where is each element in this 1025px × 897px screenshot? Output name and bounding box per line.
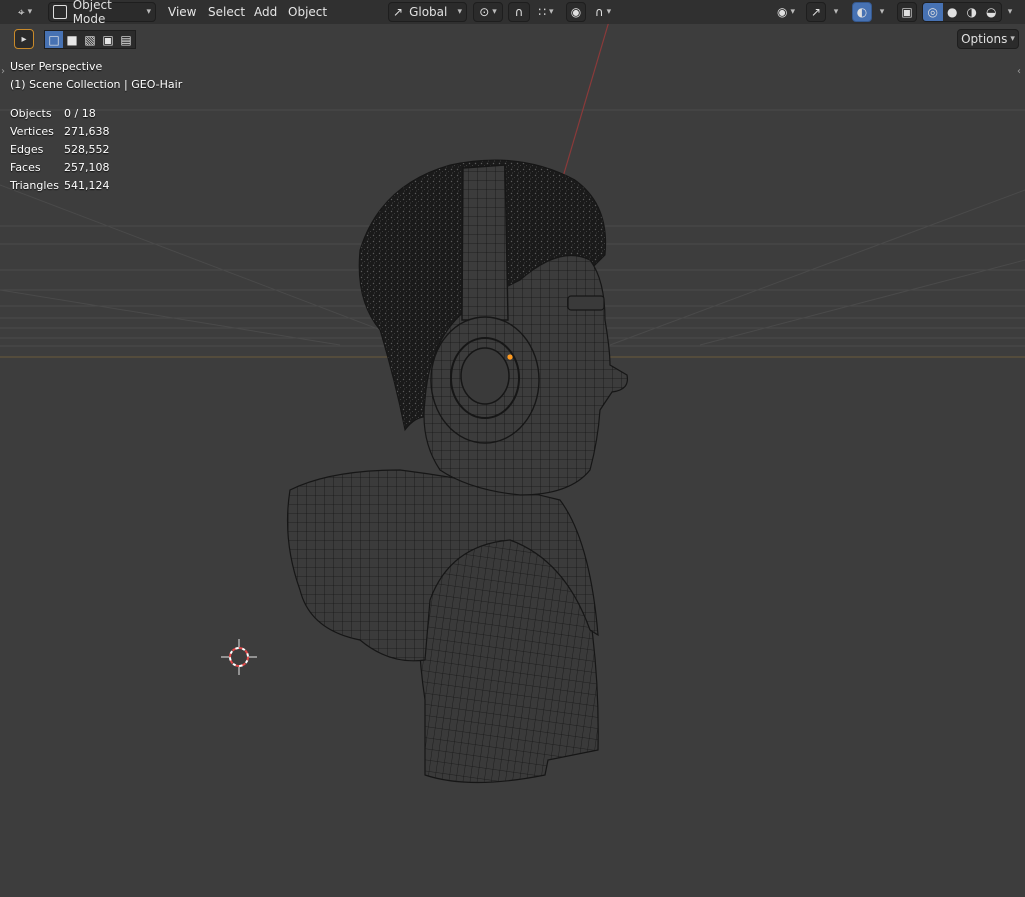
falloff-icon: ∩ <box>594 5 604 19</box>
active-collection-label: (1) Scene Collection | GEO-Hair <box>10 78 183 91</box>
select-subtract-icon[interactable]: ▧ <box>81 31 99 48</box>
mode-label: Object Mode <box>72 0 112 26</box>
material-shading-icon[interactable]: ◑ <box>962 3 982 21</box>
chevron-down-icon: ▾ <box>833 7 839 17</box>
chevron-down-icon: ▾ <box>1007 7 1013 17</box>
snap-icon: ∩ <box>514 5 524 19</box>
xray-toggle[interactable]: ▣ <box>897 2 917 22</box>
select-intersect-icon[interactable]: ▤ <box>117 31 135 48</box>
falloff-button[interactable]: ∩ ▾ <box>588 2 618 22</box>
pivot-point-icon: ⊙ <box>479 5 490 19</box>
object-origin-dot <box>507 354 513 360</box>
menu-add[interactable]: Add <box>252 3 279 21</box>
3d-cursor-icon[interactable] <box>221 639 257 675</box>
stat-label-objects: Objects <box>10 107 52 120</box>
overlay-menu[interactable]: ▾ <box>874 2 890 22</box>
eyebrow-mesh <box>567 295 605 311</box>
select-tool-icon: ▸ <box>21 33 27 45</box>
chevron-down-icon: ▾ <box>879 7 885 17</box>
stat-label-vertices: Vertices <box>10 125 54 138</box>
stat-value-triangles: 541,124 <box>64 179 110 192</box>
menu-object[interactable]: Object <box>286 3 329 21</box>
select-new-icon[interactable]: □ <box>45 31 63 48</box>
toolbar-expand-icon[interactable]: › <box>1 66 5 77</box>
gizmo-toggle[interactable]: ↗ <box>806 2 826 22</box>
character-wireframe[interactable] <box>286 159 629 784</box>
stat-value-objects: 0 / 18 <box>64 107 96 120</box>
menu-view[interactable]: View <box>166 3 198 21</box>
visibility-button[interactable]: ◉ ▾ <box>770 2 802 22</box>
editor-type-icon: ⌖ <box>17 4 25 19</box>
stat-value-edges: 528,552 <box>64 143 110 156</box>
options-button[interactable]: Options ▾ <box>957 29 1019 49</box>
stat-label-edges: Edges <box>10 143 44 156</box>
chevron-down-icon: ▾ <box>606 7 612 17</box>
transform-orientation-icon: ↗ <box>393 5 404 19</box>
stat-value-vertices: 271,638 <box>64 125 110 138</box>
chevron-down-icon: ▾ <box>457 7 462 17</box>
gizmo-icon: ↗ <box>810 5 822 19</box>
select-tool-button[interactable]: ▸ <box>14 29 34 49</box>
menu-select[interactable]: Select <box>206 3 247 21</box>
select-invert-icon[interactable]: ▣ <box>99 31 117 48</box>
viewport-canvas[interactable] <box>0 0 1025 897</box>
pivot-point-button[interactable]: ⊙ ▾ <box>473 2 503 22</box>
mode-select[interactable]: Object Mode ▾ <box>48 0 156 26</box>
select-extend-icon[interactable]: ■ <box>63 31 81 48</box>
chevron-down-icon: ▾ <box>27 7 33 17</box>
xray-icon: ▣ <box>901 5 913 19</box>
visibility-icon: ◉ <box>776 5 788 19</box>
chevron-down-icon: ▾ <box>549 7 554 17</box>
rendered-shading-icon[interactable]: ◒ <box>982 3 1002 21</box>
chevron-down-icon: ▾ <box>492 7 497 17</box>
stat-value-faces: 257,108 <box>64 161 110 174</box>
solid-shading-icon[interactable]: ● <box>943 3 963 21</box>
snap-target-icon: ∷ <box>538 5 547 19</box>
orientation-label: Global <box>409 5 448 19</box>
chevron-down-icon: ▾ <box>1010 34 1015 44</box>
selection-mode-group: □ ■ ▧ ▣ ▤ <box>44 30 136 49</box>
snap-toggle[interactable]: ∩ <box>508 2 530 22</box>
wireframe-shading-icon[interactable]: ◎ <box>923 3 943 21</box>
proportional-edit-toggle[interactable]: ◉ <box>566 2 586 22</box>
shading-mode-group: ◎ ● ◑ ◒ <box>922 2 1002 22</box>
chevron-down-icon: ▾ <box>146 7 151 17</box>
3d-viewport[interactable] <box>0 0 1025 897</box>
gizmo-menu[interactable]: ▾ <box>828 2 844 22</box>
options-label: Options <box>961 32 1008 46</box>
sidebar-expand-icon[interactable]: ‹ <box>1017 66 1021 77</box>
transform-orientation-select[interactable]: ↗ Global ▾ <box>388 2 467 22</box>
shading-menu[interactable]: ▾ <box>1002 2 1018 22</box>
viewport-header: ⌖ ▾ Object Mode ▾ View Select Add Object … <box>0 0 1025 26</box>
snap-target-button[interactable]: ∷ ▾ <box>532 2 560 22</box>
overlay-icon: ◐ <box>856 5 868 19</box>
view-perspective-label: User Perspective <box>10 60 103 73</box>
object-mode-icon <box>53 5 67 19</box>
editor-type-button[interactable]: ⌖ ▾ <box>8 2 42 22</box>
stat-label-triangles: Triangles <box>10 179 59 192</box>
chevron-down-icon: ▾ <box>790 7 795 17</box>
stat-label-faces: Faces <box>10 161 41 174</box>
overlay-toggle[interactable]: ◐ <box>852 2 872 22</box>
proportional-edit-icon: ◉ <box>570 5 582 19</box>
